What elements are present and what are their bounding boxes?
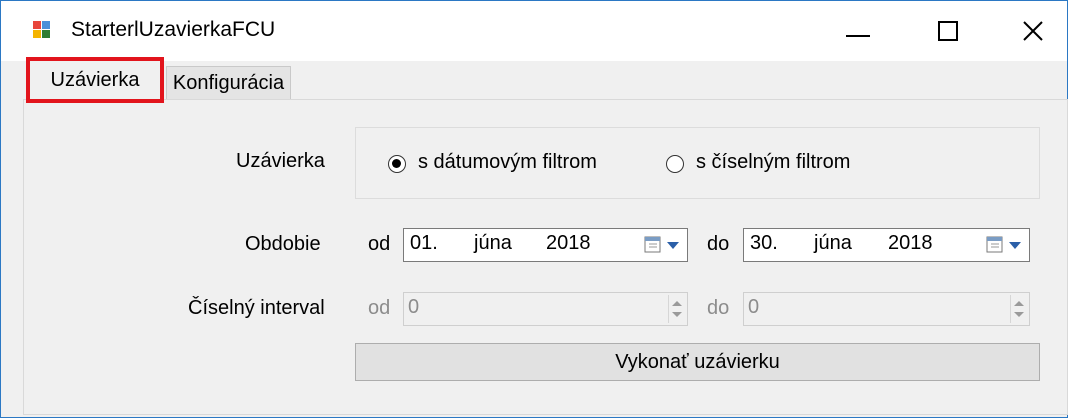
calendar-dropdown-icon[interactable]: [985, 235, 1025, 255]
num-from-prefix: od: [368, 297, 391, 319]
tab-konfiguracia[interactable]: Konfigurácia: [166, 66, 291, 99]
radio-date-filter-label[interactable]: s dátumovým filtrom: [418, 151, 597, 174]
filter-radio-group: s dátumovým filtrom s číselným filtrom: [355, 127, 1040, 199]
spin-down-icon: [1014, 312, 1024, 317]
uzavierka-label: Uzávierka: [236, 150, 325, 172]
date-from-day[interactable]: 01.: [410, 232, 438, 255]
close-button[interactable]: [1001, 7, 1065, 55]
spinner-buttons: [668, 295, 685, 323]
num-to-prefix: do: [707, 297, 730, 319]
date-to-month[interactable]: júna: [814, 232, 852, 255]
maximize-icon: [938, 21, 958, 41]
spin-down-icon: [672, 312, 682, 317]
date-to-picker[interactable]: 30. júna 2018: [743, 228, 1030, 262]
spin-up-icon: [1014, 301, 1024, 306]
maximize-button[interactable]: [916, 7, 980, 55]
app-icon: [33, 21, 50, 38]
execute-closing-button[interactable]: Vykonať uzávierku: [355, 343, 1040, 381]
obdobie-label: Obdobie: [245, 233, 321, 255]
date-to-day[interactable]: 30.: [750, 232, 778, 255]
minimize-button[interactable]: [826, 7, 890, 55]
minimize-icon: [846, 35, 870, 37]
date-from-month[interactable]: júna: [474, 232, 512, 255]
radio-number-filter[interactable]: [666, 155, 684, 173]
spinner-buttons: [1010, 295, 1027, 323]
num-to-value: 0: [748, 296, 760, 318]
calendar-dropdown-icon[interactable]: [643, 235, 683, 255]
date-from-year[interactable]: 2018: [546, 232, 591, 255]
date-to-prefix: do: [707, 233, 730, 255]
title-bar[interactable]: StarterlUzavierkaFCU: [1, 1, 1067, 61]
num-from-spinner: 0: [403, 292, 688, 326]
num-to-spinner: 0: [743, 292, 1030, 326]
radio-selected-dot: [392, 159, 401, 168]
date-from-prefix: od: [368, 233, 391, 255]
num-from-value: 0: [408, 296, 420, 318]
close-icon: [1023, 21, 1043, 41]
window-title: StarterlUzavierkaFCU: [71, 18, 276, 41]
tab-uzavierka[interactable]: Uzávierka: [26, 57, 164, 103]
radio-date-filter[interactable]: [388, 155, 406, 173]
spin-up-icon: [672, 301, 682, 306]
ciselny-interval-label: Číselný interval: [188, 297, 325, 319]
radio-number-filter-label[interactable]: s číselným filtrom: [696, 151, 850, 174]
date-from-picker[interactable]: 01. júna 2018: [403, 228, 688, 262]
date-to-year[interactable]: 2018: [888, 232, 933, 255]
